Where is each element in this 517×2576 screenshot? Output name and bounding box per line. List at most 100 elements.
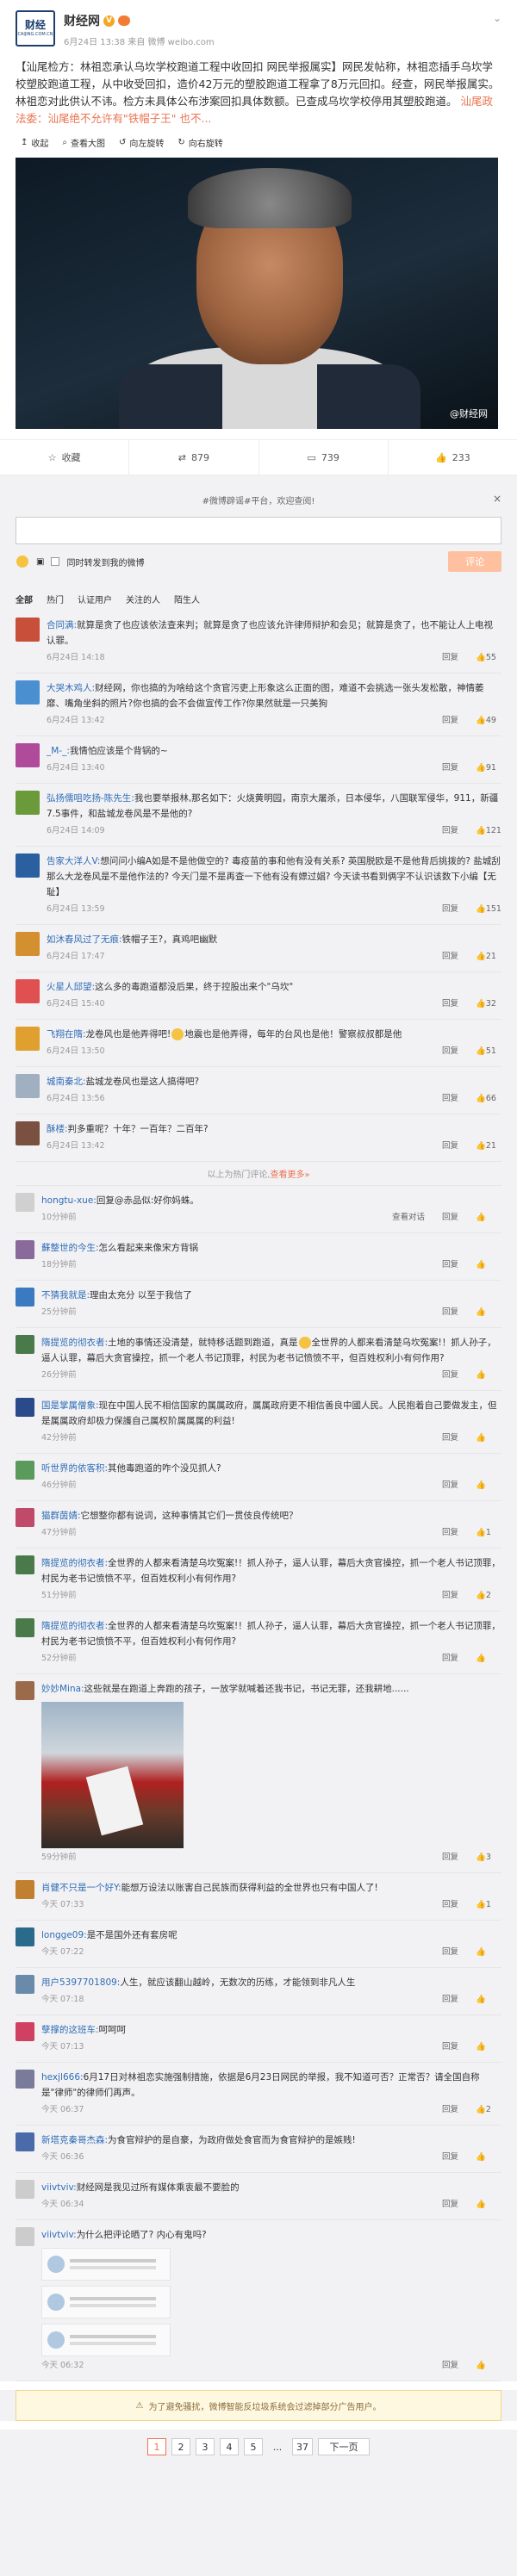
more-hot-link[interactable]: 查看更多» xyxy=(271,1170,310,1180)
reply-button[interactable]: 回复 xyxy=(442,1368,458,1383)
avatar[interactable] xyxy=(16,1027,40,1051)
page-button[interactable]: 4 xyxy=(220,2438,239,2455)
reply-button[interactable]: 回复 xyxy=(442,1992,458,2008)
commenter-name[interactable]: 酥楼: xyxy=(47,1124,68,1134)
reply-button[interactable]: 回复 xyxy=(442,1257,458,1273)
comment-like-button[interactable]: 👍 xyxy=(476,1210,501,1226)
comment-input[interactable] xyxy=(16,517,501,544)
emoji-icon[interactable] xyxy=(16,556,28,568)
commenter-name[interactable]: 新塔克秦哥杰森: xyxy=(41,2135,108,2145)
tab-following[interactable]: 关注的人 xyxy=(126,593,160,605)
commenter-name[interactable]: 隋提览的彻衣者: xyxy=(41,1338,108,1348)
page-button[interactable]: 5 xyxy=(244,2438,263,2455)
chevron-down-icon[interactable]: ⌄ xyxy=(493,12,501,24)
next-page-button[interactable]: 下一页 xyxy=(318,2438,370,2455)
avatar[interactable] xyxy=(16,2227,34,2246)
reply-button[interactable]: 回复 xyxy=(442,1525,458,1541)
tab-hot[interactable]: 热门 xyxy=(47,593,64,605)
avatar[interactable] xyxy=(16,1555,34,1574)
comment-like-button[interactable]: 👍55 xyxy=(476,650,501,666)
avatar[interactable] xyxy=(16,618,40,642)
reply-button[interactable]: 回复 xyxy=(442,1897,458,1913)
composer-hint-text[interactable]: #微博辟谣#平台，欢迎查阅! xyxy=(202,493,315,506)
comment-like-button[interactable]: 👍 xyxy=(476,2039,501,2055)
avatar[interactable] xyxy=(16,1121,40,1145)
reply-button[interactable]: 回复 xyxy=(442,1651,458,1667)
avatar[interactable] xyxy=(16,1461,34,1480)
reply-button[interactable]: 回复 xyxy=(442,1478,458,1493)
commenter-name[interactable]: 国是掌属僧象: xyxy=(41,1400,99,1411)
reply-button[interactable]: 回复 xyxy=(442,1139,458,1154)
avatar[interactable] xyxy=(16,2180,34,2199)
comment-like-button[interactable]: 👍3 xyxy=(476,1850,501,1865)
reply-button[interactable]: 回复 xyxy=(442,996,458,1012)
comment-photo[interactable] xyxy=(41,1702,184,1848)
image-icon[interactable]: ▣ xyxy=(36,557,44,567)
commenter-name[interactable]: _M-_: xyxy=(47,746,70,756)
page-button[interactable]: 3 xyxy=(196,2438,215,2455)
commenter-name[interactable]: 蘇整世的今生: xyxy=(41,1243,99,1253)
tab-strangers[interactable]: 陌生人 xyxy=(174,593,200,605)
comment-like-button[interactable]: 👍1 xyxy=(476,1525,501,1541)
reply-button[interactable]: 回复 xyxy=(442,1091,458,1107)
avatar[interactable] xyxy=(16,1398,34,1417)
post-time[interactable]: 6月24日 13:38 xyxy=(64,38,125,47)
commenter-name[interactable]: viivtviv: xyxy=(41,2230,77,2240)
comment-like-button[interactable]: 👍 xyxy=(476,1651,501,1667)
commenter-name[interactable]: 隋提览的彻衣者: xyxy=(41,1558,108,1568)
comment-like-button[interactable]: 👍32 xyxy=(476,996,501,1012)
reply-button[interactable]: 回复 xyxy=(442,1431,458,1446)
comment-like-button[interactable]: 👍 xyxy=(476,1368,501,1383)
avatar[interactable] xyxy=(16,2022,34,2041)
commenter-name[interactable]: 肖健不只是一个好Y: xyxy=(41,1883,121,1893)
commenter-name[interactable]: longge09: xyxy=(41,1930,87,1940)
comment-like-button[interactable]: 👍151 xyxy=(476,902,501,917)
comment-like-button[interactable]: 👍51 xyxy=(476,1044,501,1059)
comment-like-button[interactable]: 👍 xyxy=(476,1257,501,1273)
comment-button[interactable]: ▭ 739 xyxy=(259,440,389,475)
commenter-name[interactable]: 听世界的依客积: xyxy=(41,1463,108,1474)
page-button[interactable]: 37 xyxy=(292,2438,313,2455)
tab-all[interactable]: 全部 xyxy=(16,593,33,605)
comment-like-button[interactable]: 👍1 xyxy=(476,1897,501,1913)
comment-like-button[interactable]: 👍 xyxy=(476,1992,501,2008)
reply-button[interactable]: 回复 xyxy=(442,2197,458,2213)
commenter-name[interactable]: 如沐春风过了无痕: xyxy=(47,934,122,945)
commenter-name[interactable]: 告家大洋人V: xyxy=(47,856,100,866)
reply-button[interactable]: 回复 xyxy=(442,1850,458,1865)
commenter-name[interactable]: 不猜我就是: xyxy=(41,1290,90,1300)
comment-like-button[interactable]: 👍 xyxy=(476,2358,501,2374)
comment-screenshot[interactable] xyxy=(41,2324,171,2356)
avatar[interactable] xyxy=(16,1975,34,1994)
commenter-name[interactable]: 隋提览的彻衣者: xyxy=(41,1621,108,1631)
avatar[interactable] xyxy=(16,1074,40,1098)
favorite-button[interactable]: ☆ 收藏 xyxy=(0,440,130,475)
avatar[interactable] xyxy=(16,1618,34,1637)
reply-button[interactable]: 回复 xyxy=(442,713,458,729)
reply-button[interactable]: 回复 xyxy=(442,1305,458,1320)
reply-button[interactable]: 回复 xyxy=(442,2150,458,2165)
rotate-left-button[interactable]: ↺ 向左旋转 xyxy=(119,136,164,149)
reply-button[interactable]: 回复 xyxy=(442,823,458,839)
comment-like-button[interactable]: 👍91 xyxy=(476,760,501,776)
avatar[interactable] xyxy=(16,1880,34,1899)
avatar[interactable] xyxy=(16,791,40,815)
comment-screenshot[interactable] xyxy=(41,2248,171,2281)
commenter-name[interactable]: 合同满: xyxy=(47,620,77,630)
commenter-name[interactable]: 城南秦北: xyxy=(47,1077,86,1087)
comment-like-button[interactable]: 👍 xyxy=(476,1305,501,1320)
reply-button[interactable]: 回复 xyxy=(442,949,458,965)
reply-button[interactable]: 回复 xyxy=(442,902,458,917)
reply-button[interactable]: 回复 xyxy=(442,1210,458,1226)
like-button[interactable]: 👍 233 xyxy=(389,440,517,475)
commenter-name[interactable]: 弘扬儒咀吃扬-陈先生: xyxy=(47,793,134,804)
tab-verified[interactable]: 认证用户 xyxy=(78,593,112,605)
avatar[interactable] xyxy=(16,1193,34,1212)
page-button[interactable]: 1 xyxy=(147,2438,166,2455)
commenter-name[interactable]: 大哭木鸡人: xyxy=(47,683,95,693)
avatar[interactable] xyxy=(16,1335,34,1354)
view-conversation-link[interactable]: 查看对话 xyxy=(392,1210,425,1226)
comment-like-button[interactable]: 👍 xyxy=(476,2197,501,2213)
commenter-name[interactable]: 猫群茵婧: xyxy=(41,1511,81,1521)
comment-like-button[interactable]: 👍2 xyxy=(476,1588,501,1604)
